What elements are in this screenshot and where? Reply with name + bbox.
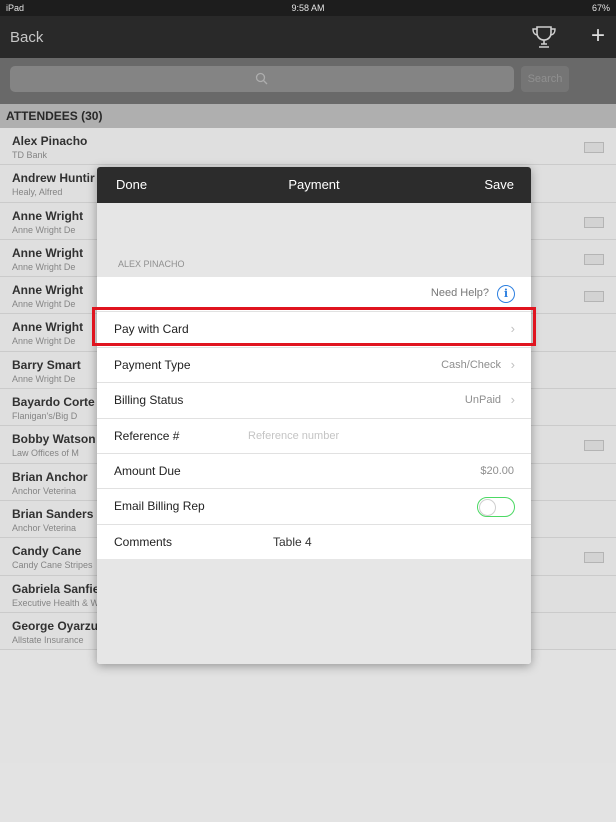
comments-label: Comments bbox=[114, 534, 173, 549]
comments-input[interactable]: Table 4 bbox=[273, 535, 312, 549]
attendee-name: ALEX PINACHO bbox=[118, 259, 185, 269]
reference-label: Reference # bbox=[114, 428, 180, 443]
toggle-knob bbox=[479, 499, 496, 517]
reference-row: Reference # Reference number bbox=[97, 418, 531, 454]
payment-modal: Done Payment Save ALEX PINACHO Need Help… bbox=[97, 167, 531, 664]
attendee-header: ALEX PINACHO bbox=[97, 203, 531, 277]
modal-title: Payment bbox=[288, 177, 340, 192]
chevron-right-icon: › bbox=[510, 392, 515, 408]
modal-footer-space bbox=[97, 559, 531, 664]
amount-due-value: $20.00 bbox=[480, 464, 514, 477]
amount-due-row: Amount Due $20.00 bbox=[97, 453, 531, 490]
amount-due-label: Amount Due bbox=[114, 463, 181, 478]
billing-status-value: UnPaid bbox=[464, 394, 501, 407]
modal-header: Done Payment Save bbox=[97, 167, 531, 203]
email-billing-rep-label: Email Billing Rep bbox=[114, 499, 205, 514]
email-billing-rep-row: Email Billing Rep bbox=[97, 489, 531, 525]
email-billing-rep-toggle[interactable] bbox=[477, 497, 515, 518]
payment-type-value: Cash/Check bbox=[441, 358, 501, 371]
save-button[interactable]: Save bbox=[484, 177, 514, 192]
info-icon[interactable]: i bbox=[497, 285, 515, 303]
chevron-right-icon: › bbox=[510, 356, 515, 372]
reference-input[interactable]: Reference number bbox=[248, 430, 339, 442]
payment-type-label: Payment Type bbox=[114, 357, 191, 372]
payment-type-row[interactable]: Payment Type Cash/Check › bbox=[97, 347, 531, 384]
need-help-label[interactable]: Need Help? bbox=[431, 287, 489, 299]
pay-with-card-highlight bbox=[92, 307, 536, 346]
comments-row: Comments Table 4 bbox=[97, 524, 531, 561]
billing-status-row[interactable]: Billing Status UnPaid › bbox=[97, 383, 531, 419]
billing-status-label: Billing Status bbox=[114, 393, 184, 408]
